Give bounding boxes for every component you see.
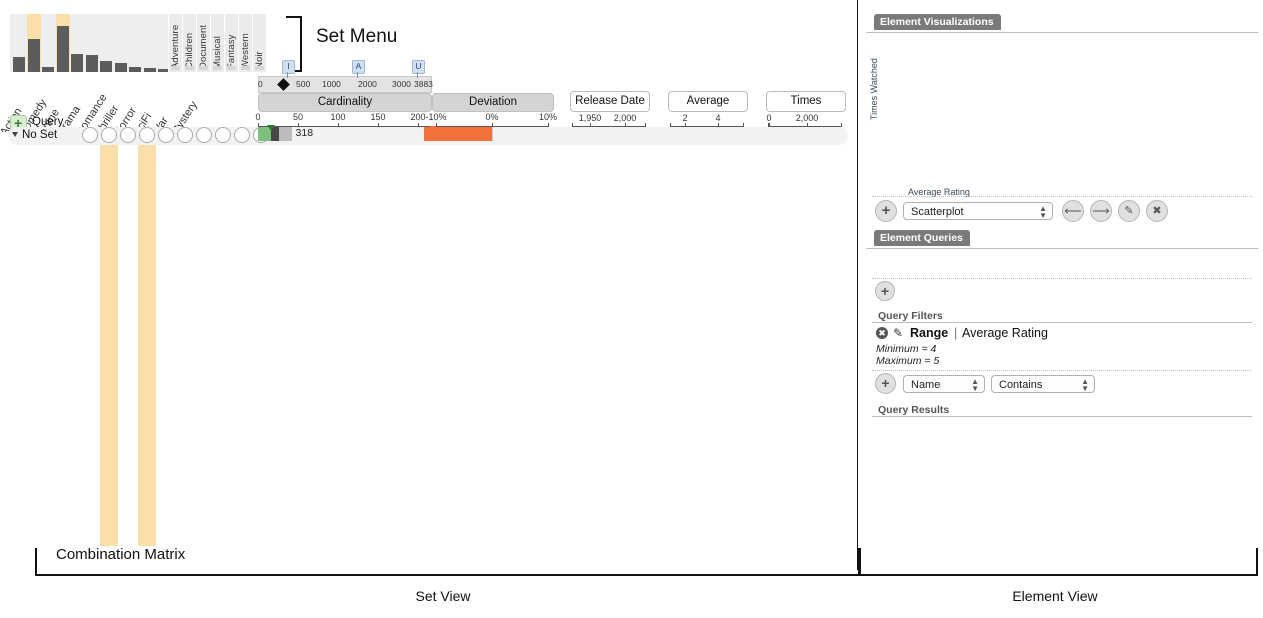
element-query-chips[interactable] — [874, 252, 1254, 274]
chevron-updown-icon: ▲ ▼ — [971, 377, 979, 393]
cardinality-tick-label: 150 — [370, 112, 386, 122]
cardinality-top-tick: 3883 — [414, 79, 433, 89]
filter-type-label: Range — [910, 326, 949, 340]
set-highlight-column — [100, 128, 118, 546]
filter-remove-button[interactable]: ✖ — [876, 327, 888, 339]
vis-controls-rule — [872, 196, 1252, 197]
chevron-updown-icon: ▲ ▼ — [1081, 377, 1089, 393]
edit-visualization-button[interactable]: ✎ — [1118, 200, 1140, 222]
filter-maximum: Maximum = 5 — [876, 355, 940, 367]
times-tick-label: 0 — [766, 113, 772, 123]
avg-axis — [670, 126, 744, 127]
deviation-column-header[interactable]: Deviation — [432, 93, 554, 112]
times-column-header[interactable]: Times Watched — [766, 91, 846, 112]
rel-axis-end — [645, 123, 646, 127]
queries-bottom-rule — [872, 278, 1252, 279]
deviation-tick-label: -10% — [425, 112, 447, 122]
cardinality-tick — [258, 123, 259, 127]
avg-tick — [685, 123, 686, 127]
filter-op-select[interactable]: Contains ▲ ▼ — [991, 375, 1095, 393]
rel-tick-label: 1,950 — [578, 113, 602, 123]
cardinality-top-tick: 500 — [296, 79, 311, 89]
set-highlight-column — [138, 128, 156, 546]
times-tick — [769, 123, 770, 127]
rel-tick — [590, 123, 591, 127]
deviation-tick-label: 10% — [538, 112, 557, 122]
cardinality-tick — [378, 123, 379, 127]
slider-stem — [357, 72, 358, 78]
deviation-tick — [492, 123, 493, 127]
visualization-type-value: Scatterplot — [911, 206, 964, 218]
set-view: Adventure Children Document Musical Fantasy W… — [0, 0, 857, 570]
add-filter-button[interactable]: + — [875, 373, 896, 394]
add-visualization-button[interactable]: + — [875, 200, 897, 222]
slider-handle-A[interactable]: A — [352, 60, 365, 74]
filter-edit-icon[interactable]: ✎ — [893, 326, 903, 340]
row-label-text: No Set — [22, 129, 58, 141]
remove-visualization-button[interactable]: ✖ — [1146, 200, 1168, 222]
deviation-tick — [436, 123, 437, 127]
query-filters-rule — [872, 322, 1252, 323]
view-divider — [857, 0, 858, 570]
slider-stem — [287, 72, 288, 78]
filter-attribute-label: Average Rating — [962, 326, 1048, 340]
cardinality-tick-label: 50 — [292, 112, 303, 122]
rel-axis — [572, 126, 646, 127]
element-visualizations-tab[interactable]: Element Visualizations — [874, 14, 1001, 30]
visualization-type-select[interactable]: Scatterplot ▲ ▼ — [903, 202, 1053, 220]
avg-axis-end — [670, 123, 671, 127]
rel-tick — [625, 123, 626, 127]
filter-minimum: Minimum = 4 — [876, 343, 937, 355]
filter-bottom-rule — [872, 370, 1252, 371]
cardinality-column-header[interactable]: Cardinality — [258, 93, 432, 112]
slider-handle-I[interactable]: I — [282, 60, 295, 74]
cardinality-tick — [418, 123, 419, 127]
cardinality-top-tick: 2000 — [358, 79, 377, 89]
cardinality-tick-label: 0 — [255, 112, 261, 122]
filter-separator: | — [954, 326, 958, 340]
query-results-rule — [872, 416, 1252, 417]
prev-visualization-button[interactable]: ⟵ — [1062, 200, 1084, 222]
filter-field-value: Name — [911, 379, 941, 391]
element-view-caption: Element View — [1012, 588, 1098, 604]
avg-axis-end — [743, 123, 744, 127]
attribute-column-headers[interactable]: 0 500 1000 2000 3000 3883 I A U Cardinality 0 50 100… — [0, 0, 857, 130]
times-axis — [768, 126, 842, 127]
times-axis-end — [841, 123, 842, 127]
avg-column-header[interactable]: Average Rating — [668, 91, 748, 112]
next-visualization-button[interactable]: ⟶ — [1090, 200, 1112, 222]
cardinality-tick — [338, 123, 339, 127]
deviation-tick — [548, 123, 549, 127]
avg-tick-label: 4 — [715, 113, 721, 123]
filter-op-value: Contains — [999, 379, 1043, 391]
rel-axis-end — [572, 123, 573, 127]
rel-tick-label: 2,000 — [613, 113, 637, 123]
cardinality-axis — [258, 126, 430, 127]
deviation-tick-label: 0% — [485, 112, 499, 122]
slider-stem — [417, 72, 418, 78]
cardinality-top-tick: 1000 — [322, 79, 341, 89]
collapse-icon[interactable] — [12, 132, 18, 138]
element-queries-tab[interactable]: Element Queries — [874, 230, 970, 246]
slider-handle-U[interactable]: U — [412, 60, 425, 74]
cardinality-tick — [298, 123, 299, 127]
times-tick — [807, 123, 808, 127]
chevron-updown-icon: ▲ ▼ — [1039, 204, 1047, 220]
panel-rule — [866, 32, 1258, 33]
queries-rule — [866, 248, 1258, 249]
avg-tick — [718, 123, 719, 127]
cardinality-tick-label: 100 — [330, 112, 346, 122]
times-tick-label: 2,000 — [795, 113, 819, 123]
filter-field-select[interactable]: Name ▲ ▼ — [903, 375, 985, 393]
set-view-bracket — [35, 548, 861, 576]
query-filters-title: Query Filters — [878, 310, 943, 322]
row-label-no set[interactable]: No Set — [12, 129, 57, 141]
set-view-caption: Set View — [415, 588, 471, 604]
query-results-title: Query Results — [878, 404, 950, 416]
rel-column-header[interactable]: Release Date — [570, 91, 650, 112]
add-query-chip-button[interactable]: + — [875, 281, 895, 301]
scatter-ylabel: Times Watched — [869, 58, 879, 120]
